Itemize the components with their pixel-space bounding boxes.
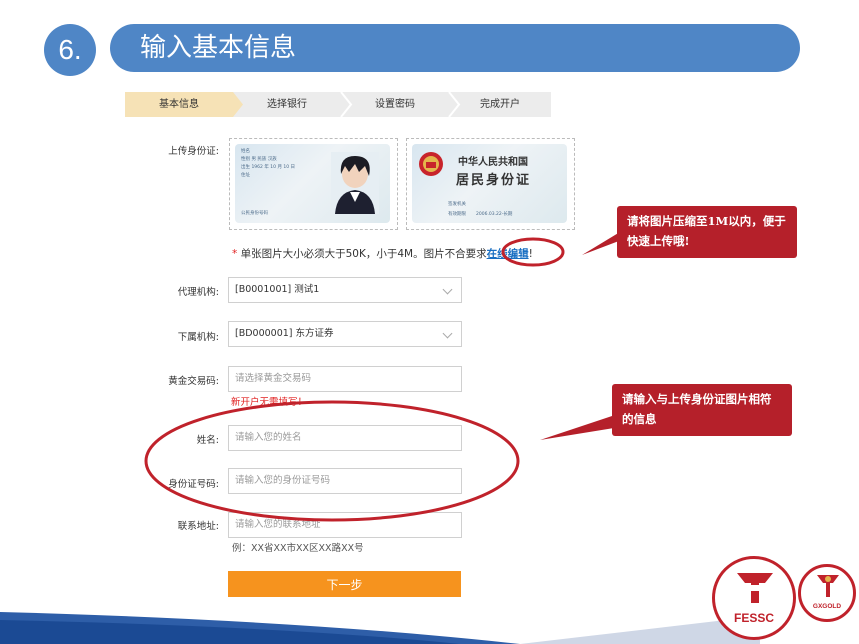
fessc-logo-text: FESSC [733,611,774,625]
annotation-overlay [144,232,632,522]
link-highlight-ellipse [501,237,565,267]
fessc-emblem-icon [737,573,773,603]
gxgold-logo: GXGOLD [798,564,856,622]
compress-tip-callout: 请将图片压缩至1M以内，便于快速上传哦! [617,206,797,258]
gxgold-logo-text: GXGOLD [812,603,842,610]
gxgold-emblem-icon [817,575,839,597]
fields-highlight-ellipse [144,400,520,522]
match-tip-callout: 请输入与上传身份证图片相符的信息 [612,384,792,436]
callout-arrow-bottom [540,416,614,440]
fessc-logo: FESSC [712,556,796,640]
